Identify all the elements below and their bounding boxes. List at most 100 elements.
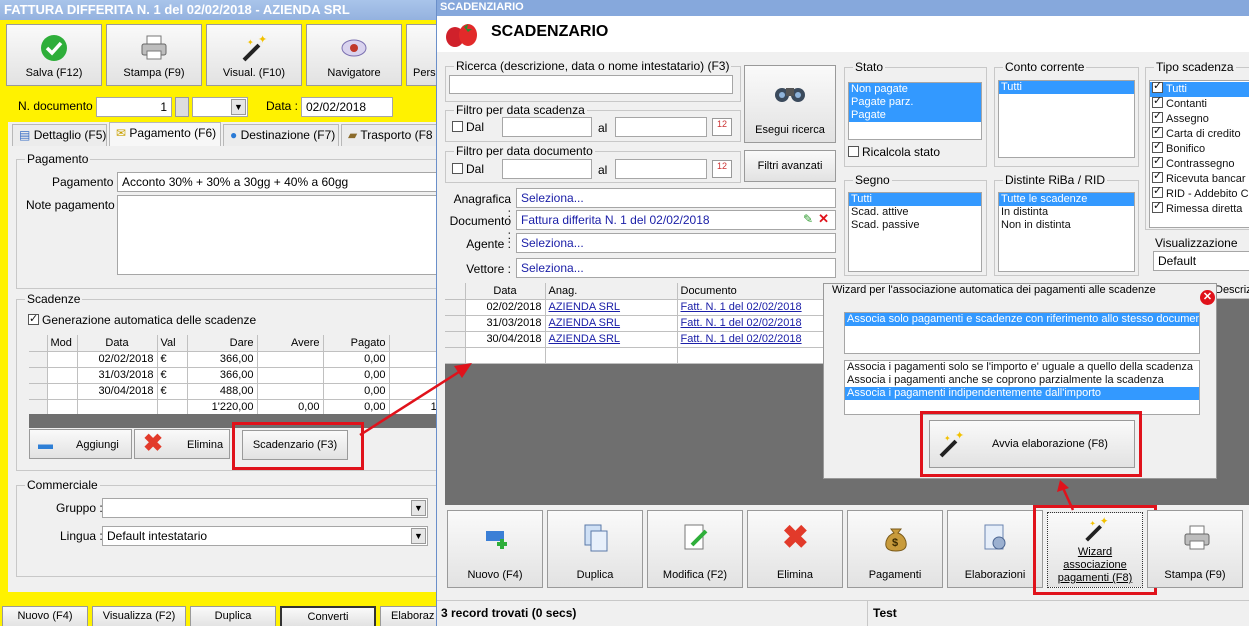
list-item[interactable]: Pagate: [849, 109, 981, 122]
list-item[interactable]: Scad. attive: [849, 206, 981, 219]
nuovo-button[interactable]: Nuovo (F4): [447, 510, 543, 588]
lingua-select[interactable]: Default intestatario ▼: [102, 526, 428, 546]
tab-dettaglio[interactable]: ▤ Dettaglio (F5): [12, 124, 107, 146]
header-band: SCADENZARIO: [437, 16, 1249, 52]
list-item[interactable]: Carta di credito: [1150, 125, 1249, 142]
table-row[interactable]: 30/04/2018 AZIENDA SRL Fatt. N. 1 del 02…: [445, 331, 825, 348]
list-item[interactable]: Tutti: [1150, 81, 1249, 97]
list-item[interactable]: Associa i pagamenti solo se l'importo e'…: [845, 361, 1199, 374]
scadenza-dal-input[interactable]: [502, 117, 592, 137]
auto-scadenze-checkbox[interactable]: Generazione automatica delle scadenze: [28, 312, 256, 327]
tab-pagamento[interactable]: ✉ Pagamento (F6): [109, 122, 221, 146]
row-doc-link[interactable]: Fatt. N. 1 del 02/02/2018: [677, 315, 825, 332]
list-item[interactable]: Tutti: [849, 193, 981, 206]
ndoc-spin[interactable]: [175, 97, 189, 117]
list-item[interactable]: Contrassegno: [1150, 155, 1249, 172]
close-icon[interactable]: ✕: [1200, 290, 1215, 305]
navigatore-button[interactable]: Navigatore: [306, 24, 402, 86]
wizard-option2-listbox[interactable]: Associa i pagamenti solo se l'importo e'…: [844, 360, 1200, 415]
visualizzazione-select[interactable]: Default: [1153, 251, 1249, 271]
converti-button[interactable]: Converti: [280, 606, 376, 626]
calendar-icon[interactable]: 12: [712, 160, 732, 178]
filtro-scadenza-dal-checkbox[interactable]: Dal: [452, 120, 484, 134]
distinte-listbox[interactable]: Tutte le scadenze In distinta Non in dis…: [998, 192, 1135, 272]
modifica-button[interactable]: Modifica (F2): [647, 510, 743, 588]
documento-al-input[interactable]: [615, 159, 707, 179]
row-anag-link[interactable]: AZIENDA SRL: [545, 299, 678, 316]
documento-dal-input[interactable]: [502, 159, 592, 179]
gruppo-select[interactable]: ▼: [102, 498, 428, 518]
avvia-elaborazione-button[interactable]: ✦ ✦ Avvia elaborazione (F8): [929, 420, 1135, 468]
pagamenti-button[interactable]: $ Pagamenti: [847, 510, 943, 588]
scadenziario-window: SCADENZIARIO SCADENZARIO Ricerca (descri…: [436, 0, 1249, 626]
elimina-row-button[interactable]: ✖ Elimina: [134, 429, 230, 459]
tab-trasporto[interactable]: ▰ Trasporto (F8: [341, 124, 436, 146]
elaborazioni-button[interactable]: Elaborazioni: [947, 510, 1043, 588]
lingua-value: Default intestatario: [107, 529, 208, 543]
vettore-select[interactable]: Seleziona...: [516, 258, 836, 278]
list-item[interactable]: Assegno: [1150, 110, 1249, 127]
stampa-button[interactable]: Stampa (F9): [106, 24, 202, 86]
stato-listbox[interactable]: Non pagate Pagate parz. Pagate: [848, 82, 982, 140]
ricerca-input[interactable]: [449, 75, 733, 94]
scadenza-al-input[interactable]: [615, 117, 707, 137]
calendar-icon[interactable]: 12: [712, 118, 732, 136]
list-item[interactable]: RID - Addebito C: [1150, 185, 1249, 202]
wizard-option1-listbox[interactable]: Associa solo pagamenti e scadenze con ri…: [844, 312, 1200, 354]
stampa-right-button[interactable]: Stampa (F9): [1147, 510, 1243, 588]
list-item[interactable]: Rimessa diretta: [1150, 200, 1249, 217]
salva-button[interactable]: Salva (F12): [6, 24, 102, 86]
aggiungi-button[interactable]: ▬ Aggiungi: [29, 429, 132, 459]
esegui-ricerca-button[interactable]: Esegui ricerca: [744, 65, 836, 143]
table-row[interactable]: [445, 347, 825, 364]
duplica-button[interactable]: Duplica: [547, 510, 643, 588]
list-item[interactable]: Associa i pagamenti indipendentemente da…: [845, 387, 1199, 400]
list-item[interactable]: Associa solo pagamenti e scadenze con ri…: [845, 313, 1199, 326]
tab-destinazione[interactable]: ● Destinazione (F7): [223, 124, 339, 146]
data-field[interactable]: 02/02/2018: [301, 97, 393, 117]
tipo-listbox[interactable]: Tutti Contanti Assegno Carta di credito …: [1149, 80, 1249, 228]
list-item[interactable]: Non in distinta: [999, 219, 1134, 232]
ricalcola-stato-checkbox[interactable]: Ricalcola stato: [848, 145, 940, 159]
row-doc-link[interactable]: Fatt. N. 1 del 02/02/2018: [677, 331, 825, 348]
pers-button[interactable]: Pers: [406, 24, 436, 86]
row-anag-link[interactable]: AZIENDA SRL: [545, 331, 678, 348]
list-item[interactable]: Tutte le scadenze: [999, 193, 1134, 206]
filtro-documento-dal-checkbox[interactable]: Dal: [452, 162, 484, 176]
clear-icon[interactable]: ✕: [818, 211, 829, 227]
nuovo-left-button[interactable]: Nuovo (F4): [2, 606, 88, 626]
list-item[interactable]: Contanti: [1150, 95, 1249, 112]
conto-listbox[interactable]: Tutti: [998, 80, 1135, 158]
list-item[interactable]: Scad. passive: [849, 219, 981, 232]
scadenzario-button[interactable]: Scadenzario (F3): [242, 430, 348, 460]
row-anag-link[interactable]: AZIENDA SRL: [545, 315, 678, 332]
list-item[interactable]: Tutti: [999, 81, 1134, 94]
pagamento-field[interactable]: Acconto 30% + 30% a 30gg + 40% a 60gg: [117, 172, 436, 192]
list-item[interactable]: Bonifico: [1150, 140, 1249, 157]
anagrafica-select[interactable]: Seleziona...: [516, 188, 836, 208]
table-row[interactable]: 31/03/2018 AZIENDA SRL Fatt. N. 1 del 02…: [445, 315, 825, 332]
list-item[interactable]: In distinta: [999, 206, 1134, 219]
table-row[interactable]: 02/02/2018 AZIENDA SRL Fatt. N. 1 del 02…: [445, 299, 825, 316]
segno-listbox[interactable]: Tutti Scad. attive Scad. passive: [848, 192, 982, 272]
ndoc-field[interactable]: 1: [96, 97, 172, 117]
visual-button[interactable]: ✦ ✦ Visual. (F10): [206, 24, 302, 86]
binoculars-icon: [775, 88, 805, 102]
list-item[interactable]: Associa i pagamenti anche se coprono par…: [845, 374, 1199, 387]
tipo-item-label: Ricevuta bancar: [1166, 173, 1246, 185]
visualizza-button[interactable]: Visualizza (F2): [92, 606, 186, 626]
note-textarea[interactable]: [117, 195, 436, 275]
duplica-left-button[interactable]: Duplica: [190, 606, 276, 626]
elimina-button[interactable]: ✖ Elimina: [747, 510, 843, 588]
filtri-avanzati-button[interactable]: Filtri avanzati: [744, 150, 836, 182]
wizard-associazione-button[interactable]: ✦ ✦ Wizard associazione pagamenti (F8): [1047, 512, 1143, 588]
elaboraz-button[interactable]: Elaboraz: [380, 606, 436, 626]
row-doc-link[interactable]: Fatt. N. 1 del 02/02/2018: [677, 299, 825, 316]
ndoc-suffix-select[interactable]: ▼: [192, 97, 248, 117]
list-item[interactable]: Non pagate: [849, 83, 981, 96]
agente-select[interactable]: Seleziona...: [516, 233, 836, 253]
list-item[interactable]: Ricevuta bancar: [1150, 170, 1249, 187]
edit-icon[interactable]: ✎: [803, 212, 813, 226]
documento-select[interactable]: Fattura differita N. 1 del 02/02/2018 ✎ …: [516, 210, 836, 230]
list-item[interactable]: Pagate parz.: [849, 96, 981, 109]
